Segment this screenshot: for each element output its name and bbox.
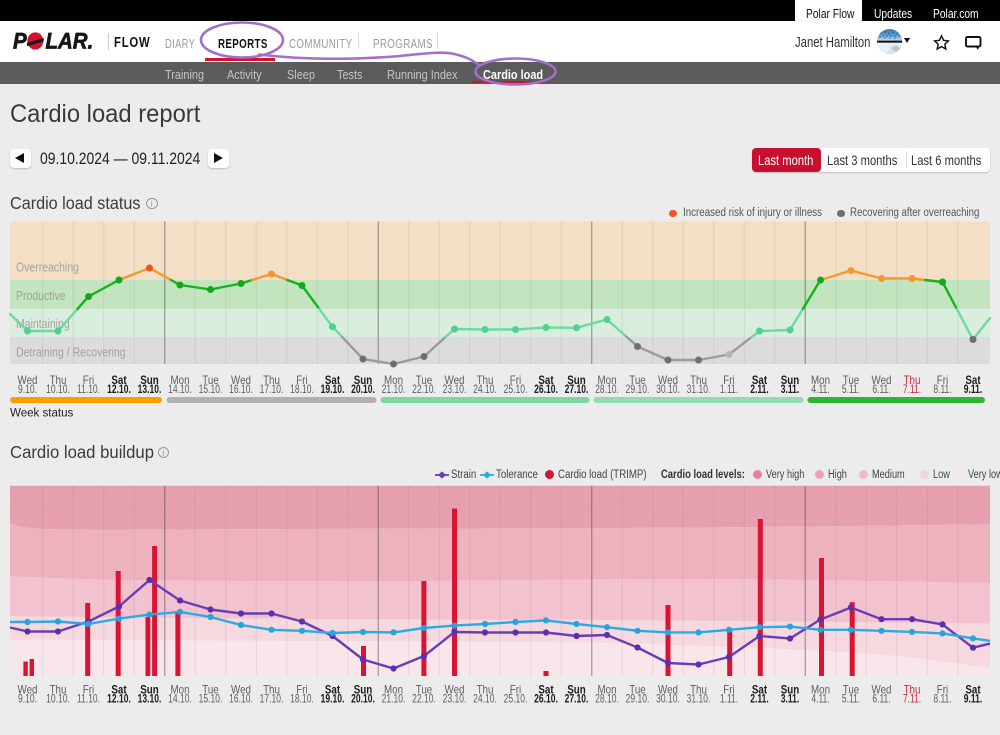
svg-text:26.10.: 26.10. (534, 384, 558, 397)
svg-text:Week status: Week status (10, 405, 73, 419)
svg-text:2.11.: 2.11. (750, 384, 769, 397)
svg-text:5.11.: 5.11. (842, 693, 860, 706)
svg-text:11.10.: 11.10. (77, 384, 100, 397)
svg-text:15.10.: 15.10. (199, 693, 223, 706)
svg-text:12.10.: 12.10. (107, 693, 131, 706)
svg-text:17.10.: 17.10. (260, 384, 284, 397)
svg-text:9.10.: 9.10. (18, 384, 37, 397)
svg-text:30.10.: 30.10. (656, 693, 680, 706)
svg-text:1.11.: 1.11. (720, 384, 738, 397)
svg-text:7.11.: 7.11. (903, 384, 921, 397)
svg-text:12.10.: 12.10. (107, 384, 131, 397)
svg-text:29.10.: 29.10. (626, 693, 650, 706)
svg-text:19.10.: 19.10. (321, 384, 345, 397)
svg-text:8.11.: 8.11. (933, 693, 951, 706)
svg-text:28.10.: 28.10. (595, 384, 619, 397)
svg-text:8.11.: 8.11. (933, 384, 951, 397)
svg-text:4.11.: 4.11. (811, 384, 829, 397)
svg-text:17.10.: 17.10. (260, 693, 284, 706)
svg-text:21.10.: 21.10. (382, 384, 406, 397)
svg-text:23.10.: 23.10. (443, 384, 467, 397)
svg-text:23.10.: 23.10. (443, 693, 467, 706)
svg-text:13.10.: 13.10. (138, 693, 162, 706)
svg-text:31.10.: 31.10. (687, 693, 711, 706)
svg-text:6.11.: 6.11. (872, 384, 890, 397)
svg-text:20.10.: 20.10. (351, 384, 375, 397)
svg-text:13.10.: 13.10. (138, 384, 162, 397)
svg-text:15.10.: 15.10. (199, 384, 223, 397)
svg-text:11.10.: 11.10. (77, 693, 100, 706)
svg-text:16.10.: 16.10. (229, 693, 253, 706)
svg-text:3.11.: 3.11. (781, 693, 800, 706)
svg-text:9.11.: 9.11. (964, 693, 983, 706)
svg-text:25.10.: 25.10. (504, 693, 528, 706)
svg-text:Overreaching: Overreaching (16, 259, 79, 275)
svg-text:16.10.: 16.10. (229, 384, 253, 397)
svg-text:Detraining / Recovering: Detraining / Recovering (16, 344, 126, 360)
svg-text:4.11.: 4.11. (811, 693, 829, 706)
svg-text:5.11.: 5.11. (842, 384, 860, 397)
svg-text:9.10.: 9.10. (18, 693, 37, 706)
svg-text:26.10.: 26.10. (534, 693, 558, 706)
svg-text:18.10.: 18.10. (290, 384, 314, 397)
svg-text:19.10.: 19.10. (321, 693, 345, 706)
svg-text:22.10.: 22.10. (412, 384, 436, 397)
svg-text:24.10.: 24.10. (473, 693, 497, 706)
svg-text:3.11.: 3.11. (781, 384, 800, 397)
svg-text:7.11.: 7.11. (903, 693, 921, 706)
svg-text:Productive: Productive (16, 288, 66, 304)
svg-text:25.10.: 25.10. (504, 384, 528, 397)
svg-text:14.10.: 14.10. (168, 693, 192, 706)
svg-text:18.10.: 18.10. (290, 693, 314, 706)
svg-text:21.10.: 21.10. (382, 693, 406, 706)
svg-text:2.11.: 2.11. (750, 693, 769, 706)
svg-text:31.10.: 31.10. (687, 384, 711, 397)
svg-text:24.10.: 24.10. (473, 384, 497, 397)
svg-text:28.10.: 28.10. (595, 693, 619, 706)
svg-text:9.11.: 9.11. (964, 384, 983, 397)
svg-text:1.11.: 1.11. (720, 693, 738, 706)
svg-text:27.10.: 27.10. (565, 384, 589, 397)
svg-text:10.10.: 10.10. (46, 693, 70, 706)
svg-text:14.10.: 14.10. (168, 384, 192, 397)
svg-text:20.10.: 20.10. (351, 693, 375, 706)
svg-text:22.10.: 22.10. (412, 693, 436, 706)
svg-text:30.10.: 30.10. (656, 384, 680, 397)
svg-text:27.10.: 27.10. (565, 693, 589, 706)
svg-text:6.11.: 6.11. (872, 693, 890, 706)
svg-text:10.10.: 10.10. (46, 384, 70, 397)
svg-text:29.10.: 29.10. (626, 384, 650, 397)
